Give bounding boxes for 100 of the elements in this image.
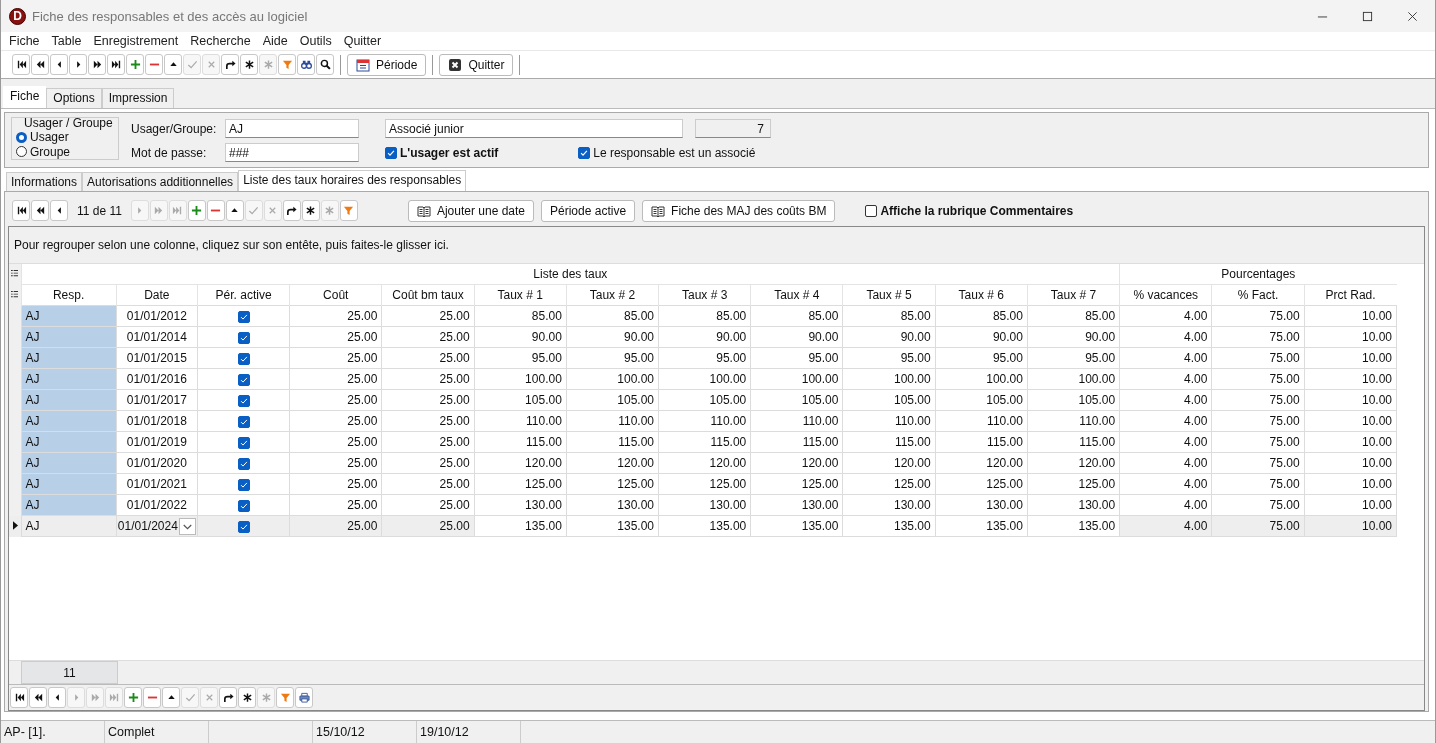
table-cell: 120.00 <box>842 452 936 474</box>
password-field[interactable]: ### <box>225 143 359 162</box>
checkbox[interactable] <box>237 415 250 428</box>
menu-item[interactable]: Quitter <box>337 34 388 48</box>
column-header[interactable]: Taux # 5 <box>842 284 936 306</box>
up-triangle-button[interactable] <box>164 54 182 75</box>
table-cell: 90.00 <box>750 326 843 348</box>
tab[interactable]: Impression <box>101 88 175 108</box>
redo-arrow-button[interactable] <box>221 54 239 75</box>
rewind-button[interactable] <box>31 200 49 221</box>
column-header[interactable]: Coût bm taux <box>381 284 475 306</box>
first-record-button[interactable] <box>12 200 30 221</box>
filter-button[interactable] <box>339 200 358 221</box>
form-button[interactable]: Ajouter une date <box>407 199 534 222</box>
asterisk-button[interactable] <box>238 687 256 708</box>
book-icon <box>651 203 666 218</box>
column-header[interactable]: Taux # 6 <box>935 284 1028 306</box>
tab[interactable]: Options <box>46 88 102 108</box>
table-cell: 4.00 <box>1119 347 1212 369</box>
up-triangle-button[interactable] <box>225 200 244 221</box>
printer-button[interactable] <box>295 687 313 708</box>
checkbox[interactable]: Affiche la rubrique Commentaires <box>865 203 1074 218</box>
period-button[interactable]: Période <box>347 53 427 76</box>
checkbox[interactable] <box>237 310 250 323</box>
description-field[interactable]: Associé junior <box>385 119 683 138</box>
tab[interactable]: Informations <box>6 172 83 191</box>
table-cell: 125.00 <box>474 473 567 495</box>
rewind-button[interactable] <box>29 687 47 708</box>
redo-arrow-button[interactable] <box>282 200 301 221</box>
close-icon[interactable] <box>1407 10 1418 22</box>
checkbox[interactable] <box>237 499 250 512</box>
radio-option[interactable]: Groupe <box>16 144 114 159</box>
previous-button[interactable] <box>50 54 68 75</box>
column-chooser-icon[interactable] <box>11 269 19 279</box>
search-button[interactable] <box>316 54 334 75</box>
tab[interactable]: Liste des taux horaires des responsables <box>238 170 467 191</box>
checkbox[interactable] <box>237 373 250 386</box>
next-button[interactable] <box>69 54 87 75</box>
checkbox[interactable] <box>237 520 250 533</box>
asterisk-button[interactable] <box>301 200 320 221</box>
date-dropdown[interactable]: 01/01/2024 <box>117 517 196 535</box>
column-header[interactable]: Date <box>116 284 198 306</box>
checkbox[interactable] <box>237 394 250 407</box>
plus-button[interactable] <box>124 687 142 708</box>
active-period-button[interactable]: Période active <box>541 199 636 222</box>
redo-arrow-icon <box>224 59 236 70</box>
checkbox[interactable] <box>237 331 250 344</box>
asterisk-icon <box>305 205 317 216</box>
checkbox[interactable]: L'usager est actif <box>385 145 499 160</box>
quit-button[interactable]: Quitter <box>439 53 514 76</box>
binoculars-button[interactable] <box>297 54 315 75</box>
table-cell: 85.00 <box>750 305 843 327</box>
menu-item[interactable]: Table <box>45 34 88 48</box>
previous-button[interactable] <box>48 687 66 708</box>
column-header[interactable]: Taux # 2 <box>566 284 659 306</box>
radio-option[interactable]: Usager <box>16 130 114 145</box>
fast-forward-button[interactable] <box>88 54 106 75</box>
form-button[interactable]: Fiche des MAJ des coûts BM <box>642 199 836 222</box>
previous-button[interactable] <box>50 200 68 221</box>
table-cell: AJ <box>21 452 117 474</box>
menu-item[interactable]: Aide <box>256 34 294 48</box>
checkbox[interactable] <box>237 436 250 449</box>
column-header[interactable]: Taux # 7 <box>1027 284 1120 306</box>
minus-button[interactable] <box>206 200 225 221</box>
checkbox[interactable]: Le responsable est un associé <box>578 145 756 160</box>
filter-button[interactable] <box>276 687 294 708</box>
column-header[interactable]: Pér. active <box>197 284 290 306</box>
plus-button[interactable] <box>126 54 144 75</box>
last-record-button[interactable] <box>107 54 125 75</box>
column-header[interactable]: Coût <box>289 284 382 306</box>
checkbox[interactable] <box>237 352 250 365</box>
up-triangle-button[interactable] <box>162 687 180 708</box>
menu-item[interactable]: Recherche <box>184 34 257 48</box>
minus-button[interactable] <box>143 687 161 708</box>
column-header[interactable]: Taux # 3 <box>658 284 751 306</box>
minus-button[interactable] <box>145 54 163 75</box>
first-record-button[interactable] <box>12 54 30 75</box>
plus-button[interactable] <box>187 200 206 221</box>
checkbox[interactable] <box>237 478 250 491</box>
table-cell: 10.00 <box>1304 431 1397 453</box>
column-header[interactable]: % vacances <box>1119 284 1212 306</box>
menu-item[interactable]: Fiche <box>3 34 46 48</box>
printer-icon <box>298 692 310 703</box>
column-header[interactable]: Taux # 1 <box>474 284 567 306</box>
tab[interactable]: Autorisations additionnelles <box>82 172 239 191</box>
menu-item[interactable]: Enregistrement <box>87 34 185 48</box>
tab[interactable]: Fiche <box>3 86 47 108</box>
menu-item[interactable]: Outils <box>293 34 338 48</box>
rewind-icon <box>34 59 46 70</box>
column-header[interactable]: Prct Rad. <box>1304 284 1397 306</box>
redo-arrow-button[interactable] <box>219 687 237 708</box>
column-header[interactable]: % Fact. <box>1211 284 1305 306</box>
user-group-field[interactable]: AJ <box>225 119 359 138</box>
column-chooser-icon[interactable] <box>11 290 19 299</box>
first-record-button[interactable] <box>10 687 28 708</box>
column-header[interactable]: Taux # 4 <box>750 284 843 306</box>
checkbox[interactable] <box>237 457 250 470</box>
asterisk-button[interactable] <box>240 54 258 75</box>
rewind-button[interactable] <box>31 54 49 75</box>
maximize-icon[interactable] <box>1362 10 1373 22</box>
